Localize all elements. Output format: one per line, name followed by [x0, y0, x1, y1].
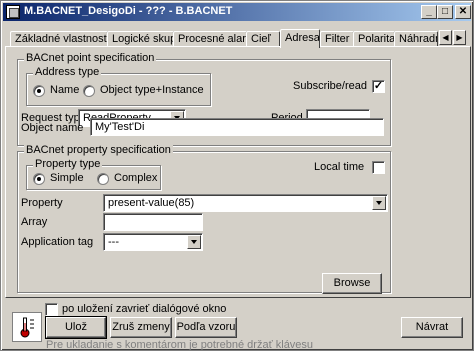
property-type-complex-radio[interactable]	[97, 173, 109, 185]
save-button[interactable]: Ulož	[45, 316, 107, 339]
tab-strip: Základné vlastnosti Logické skupiny Proc…	[5, 29, 471, 48]
address-type-object-label: Object type+Instance	[100, 84, 204, 96]
array-label: Array	[21, 216, 48, 228]
object-name-label: Object name	[21, 122, 84, 134]
property-type-group: Property type Simple Complex	[26, 158, 161, 190]
tab-ciel[interactable]: Cieľ	[246, 31, 280, 47]
subscribe-label: Subscribe/read	[293, 80, 367, 92]
address-type-object-radio[interactable]	[83, 85, 95, 97]
back-button[interactable]: Návrat	[401, 317, 463, 338]
address-type-name-radio[interactable]	[33, 85, 45, 97]
maximize-button[interactable]: □	[437, 5, 453, 19]
window-title: M.BACNET_DesigoDi - ??? - B.BACNET	[24, 5, 233, 17]
tab-filter[interactable]: Filter	[320, 31, 354, 47]
property-type-complex-label: Complex	[114, 172, 158, 184]
object-name-input[interactable]: My'Test'Di	[90, 118, 384, 136]
address-type-title: Address type	[33, 66, 102, 78]
address-type-group: Address type Name Object type+Instance	[26, 66, 211, 106]
tab-procesne-alarmy[interactable]: Procesné alarmy	[173, 31, 247, 47]
minimize-button[interactable]: _	[421, 5, 437, 19]
thermometer-icon	[12, 312, 42, 342]
by-template-button[interactable]: Podľa vzoru	[175, 317, 237, 338]
property-spec-title: BACnet property specification	[24, 144, 173, 156]
property-type-title: Property type	[33, 158, 103, 170]
app-tag-value: ---	[108, 236, 119, 248]
tab-scroll-left-icon[interactable]: ◀	[439, 30, 452, 45]
close-after-save-label: po uložení zavrieť dialógové okno	[62, 303, 227, 315]
chevron-down-icon[interactable]	[187, 235, 201, 249]
tab-scroll-right-icon[interactable]: ▶	[453, 30, 466, 45]
dialog-window: M.BACNET_DesigoDi - ??? - B.BACNET _ □ ✕…	[0, 0, 474, 351]
property-type-simple-label: Simple	[50, 172, 84, 184]
property-select[interactable]: present-value(85)	[103, 194, 388, 212]
tab-zakladne-vlastnosti[interactable]: Základné vlastnosti	[10, 31, 108, 47]
tab-adresa[interactable]: Adresa	[280, 29, 320, 48]
close-after-save-checkbox[interactable]	[45, 303, 58, 316]
point-spec-title: BACnet point specification	[24, 52, 157, 64]
save-hint: Pre ukladanie s komentárom je potrebné d…	[46, 339, 314, 351]
local-time-checkbox[interactable]	[372, 161, 385, 174]
title-bar[interactable]: M.BACNET_DesigoDi - ??? - B.BACNET _ □ ✕	[3, 3, 471, 21]
property-value: present-value(85)	[108, 197, 195, 209]
tab-logicke-skupiny[interactable]: Logické skupiny	[107, 31, 174, 47]
app-tag-label: Application tag	[21, 236, 94, 248]
chevron-down-icon[interactable]	[372, 196, 386, 210]
close-button[interactable]: ✕	[455, 5, 471, 19]
address-type-name-label: Name	[50, 84, 80, 96]
subscribe-checkbox[interactable]: ✓	[372, 80, 385, 93]
thermometer-glyph	[20, 317, 34, 338]
tab-panel-adresa: BACnet point specification Address type …	[5, 46, 471, 298]
app-tag-select[interactable]: ---	[103, 233, 203, 251]
property-label: Property	[21, 197, 63, 209]
property-spec-group: BACnet property specification Property t…	[17, 144, 391, 294]
property-type-simple-radio[interactable]	[33, 173, 45, 185]
tab-polarita[interactable]: Polarita	[353, 31, 395, 47]
tab-nahradna[interactable]: Náhradná	[394, 31, 438, 47]
array-input[interactable]	[103, 213, 203, 231]
cancel-changes-button[interactable]: Zruš zmeny	[110, 317, 172, 338]
local-time-label: Local time	[314, 161, 365, 173]
app-icon	[6, 5, 20, 19]
browse-button[interactable]: Browse	[322, 273, 382, 294]
